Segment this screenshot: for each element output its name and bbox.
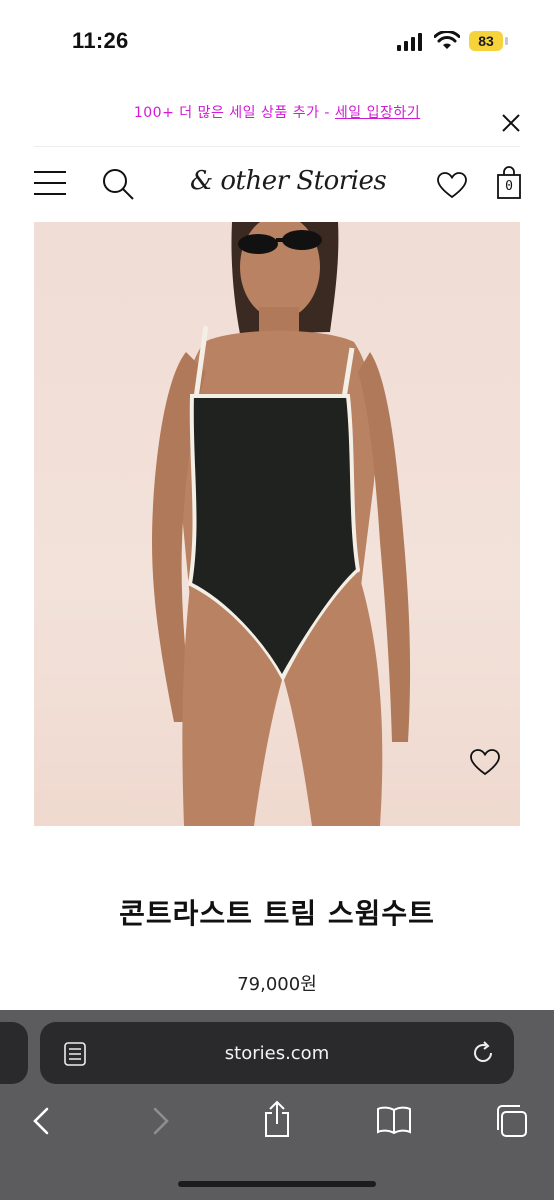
bookmarks-icon[interactable] xyxy=(376,1106,412,1134)
signal-icon xyxy=(397,33,422,51)
status-time: 11:26 xyxy=(72,28,129,53)
battery-cap xyxy=(505,37,508,45)
tabs-icon[interactable] xyxy=(494,1104,528,1138)
close-icon[interactable] xyxy=(500,112,522,134)
bag-count: 0 xyxy=(505,179,513,194)
product-title: 콘트라스트 트림 스윔수트 xyxy=(119,897,435,930)
divider xyxy=(34,146,520,147)
back-arrow-icon[interactable] xyxy=(32,1106,50,1136)
product-price: 79,000원 xyxy=(237,974,317,995)
share-icon[interactable] xyxy=(262,1100,292,1138)
search-icon[interactable] xyxy=(102,168,134,200)
battery-indicator: 83 xyxy=(469,31,503,51)
forward-arrow-icon[interactable] xyxy=(152,1106,170,1136)
favorite-heart-icon[interactable] xyxy=(470,749,500,776)
menu-icon[interactable] xyxy=(34,170,66,196)
promo-link[interactable]: 세일 입장하기 xyxy=(335,105,420,121)
reload-icon[interactable] xyxy=(471,1041,495,1065)
promo-banner: 100+ 더 많은 세일 상품 추가 - 세일 입장하기 xyxy=(0,102,554,122)
brand-logo[interactable]: & other Stories xyxy=(190,166,387,196)
wifi-icon xyxy=(434,31,460,49)
model-illustration xyxy=(152,222,411,826)
wishlist-heart-icon[interactable] xyxy=(437,172,467,199)
product-image[interactable] xyxy=(34,222,520,826)
home-indicator xyxy=(178,1181,376,1187)
url-text[interactable]: stories.com xyxy=(40,1043,514,1064)
previous-tab[interactable] xyxy=(0,1022,28,1084)
promo-text: 100+ 더 많은 세일 상품 추가 - xyxy=(133,105,335,121)
